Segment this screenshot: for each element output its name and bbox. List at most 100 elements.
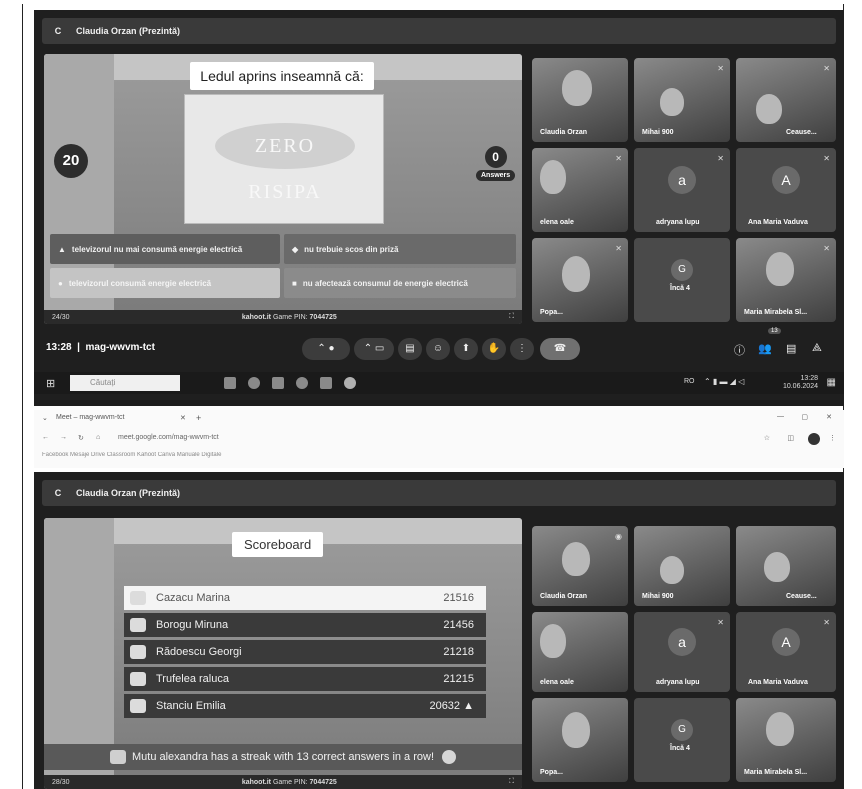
participant-video (764, 552, 790, 582)
menu-icon[interactable]: ⋮ (829, 434, 836, 442)
meeting-time: 13:28 (46, 342, 72, 353)
taskbar-search-input[interactable]: Căutați (70, 375, 180, 391)
url-text: meet.google.com/mag-wwvm-tct (118, 434, 219, 441)
participant-video (660, 88, 684, 116)
language-indicator[interactable]: RO (684, 378, 695, 385)
bookmarks-bar: Facebook Mesaje Drive Classroom Kahoot C… (34, 452, 844, 466)
answer-option-2[interactable]: ◆ nu trebuie scos din priză (284, 234, 516, 264)
presenter-initial: C (54, 26, 62, 36)
address-row: ← → ↻ ⌂ meet.google.com/mag-wwvm-tct ☆ ◫… (34, 432, 844, 448)
files-icon[interactable] (320, 377, 332, 389)
participant-name: Mihai 900 (642, 593, 674, 600)
scoreboard-row: Stanciu Emilia 20632 ▲ (124, 694, 486, 718)
meet-screen-question: C Claudia Orzan (Prezintă) Ledul aprins … (34, 10, 844, 406)
participant-tile[interactable]: ✕ Maria Mirabela Sl... (736, 238, 836, 322)
participant-tile[interactable]: ✕ Ceause... (736, 58, 836, 142)
square-icon: ■ (292, 278, 297, 288)
participant-name: Ana Maria Vaduva (748, 219, 808, 226)
mic-button[interactable]: ⌃ ● (302, 338, 350, 360)
answer-option-1[interactable]: ▲ televizorul nu mai consumă energie ele… (50, 234, 280, 264)
participant-tile[interactable]: G Încă 4 (634, 238, 730, 322)
player-name: Rădoescu Georgi (156, 646, 242, 658)
participant-tile[interactable]: Ceause... (736, 526, 836, 606)
answer-option-4[interactable]: ■ nu afectează consumul de energie elect… (284, 268, 516, 298)
home-icon[interactable]: ⌂ (96, 434, 100, 441)
game-pin: 7044725 (309, 778, 337, 786)
profile-icon[interactable] (808, 433, 820, 445)
answer-text: nu trebuie scos din priză (304, 244, 399, 254)
participant-name: Popa... (540, 309, 563, 316)
raise-hand-button[interactable]: ✋ (482, 338, 506, 360)
participant-tile[interactable]: Claudia Orzan (532, 58, 628, 142)
scoreboard-row: Trufelea raluca 21215 (124, 667, 486, 691)
taskbar-clock[interactable]: 13:28 10.06.2024 (783, 375, 818, 391)
present-button[interactable]: ⬆ (454, 338, 478, 360)
participant-tile[interactable]: A ✕ Ana Maria Vaduva (736, 612, 836, 692)
participant-tile[interactable]: a ✕ adryana lupu (634, 612, 730, 692)
reload-icon[interactable]: ↻ (78, 434, 84, 442)
whatsapp-icon[interactable] (296, 377, 308, 389)
address-bar[interactable]: meet.google.com/mag-wwvm-tct (118, 434, 678, 441)
new-tab-icon[interactable]: + (196, 413, 201, 423)
windows-start-icon[interactable]: ⊞ (46, 377, 55, 390)
tab-chevron-icon[interactable]: ⌄ (42, 414, 48, 422)
participant-tile[interactable]: ✕ elena oale (532, 148, 628, 232)
chat-icon[interactable]: ▤ (786, 342, 796, 355)
browser-icon[interactable] (248, 377, 260, 389)
notifications-icon[interactable]: ▦ (827, 377, 836, 388)
more-options-button[interactable]: ⋮ (510, 338, 534, 360)
game-pin: 7044725 (309, 313, 337, 321)
player-avatar-icon (130, 645, 146, 659)
chrome-icon[interactable] (344, 377, 356, 389)
forward-icon[interactable]: → (60, 434, 67, 441)
participant-tile[interactable]: ✕ Mihai 900 (634, 58, 730, 142)
kahoot-scoreboard-stage: Scoreboard Cazacu Marina 21516 Borogu Mi… (44, 518, 522, 789)
answer-option-3[interactable]: ● televizorul consumă energie electrică (50, 268, 280, 298)
scoreboard-row: Rădoescu Georgi 21218 (124, 640, 486, 664)
kahoot-question-stage: Ledul aprins inseamnă că: ZERO RISIPA 20… (44, 54, 522, 324)
back-icon[interactable]: ← (42, 434, 49, 441)
participant-name: Maria Mirabela Sl... (744, 769, 808, 776)
participant-tile[interactable]: A ✕ Ana Maria Vaduva (736, 148, 836, 232)
participant-tile[interactable]: a ✕ adryana lupu (634, 148, 730, 232)
participant-tile[interactable]: Maria Mirabela Sl... (736, 698, 836, 782)
participant-tile[interactable]: ✕ Popa... (532, 238, 628, 322)
kahoot-brand: kahoot.it (241, 313, 271, 321)
minimize-icon[interactable]: — (777, 413, 784, 420)
task-view-icon[interactable] (224, 377, 236, 389)
captions-button[interactable]: ▤ (398, 338, 422, 360)
browser-chrome: ⌄ Meet – mag-wwvm-tct ✕ + — ▢ ✕ ← → ↻ ⌂ … (34, 410, 844, 468)
answers-counter: 0 Answers (476, 146, 516, 181)
player-avatar-icon (130, 591, 146, 605)
people-icon[interactable]: 👥 (758, 342, 772, 355)
extensions-icon[interactable]: ◫ (787, 434, 794, 442)
fullscreen-icon[interactable]: ⛶ (509, 313, 514, 321)
circle-icon: ● (58, 278, 63, 288)
mail-icon[interactable] (272, 377, 284, 389)
windows-taskbar: ⊞ Căutați RO ⌃ ▮ ▬ ◢ ◁ 13:28 10.06.2024 … (34, 372, 844, 394)
participant-tile[interactable]: ◉ Claudia Orzan (532, 526, 628, 606)
participant-video (766, 252, 794, 286)
emoji-button[interactable]: ☺ (426, 338, 450, 360)
fullscreen-icon[interactable]: ⛶ (509, 778, 514, 786)
activities-icon[interactable]: ⟁ (812, 342, 822, 355)
leave-call-button[interactable]: ☎ (540, 338, 580, 360)
browser-tab[interactable]: Meet – mag-wwvm-tct (56, 414, 176, 421)
player-avatar-icon (130, 672, 146, 686)
participant-tile[interactable]: elena oale (532, 612, 628, 692)
streak-badge-icon (442, 750, 457, 764)
bookmarks-list[interactable]: Facebook Mesaje Drive Classroom Kahoot C… (42, 452, 221, 458)
bookmark-star-icon[interactable]: ☆ (764, 434, 770, 442)
question-progress: 28/30 (52, 778, 70, 786)
participant-video (562, 712, 590, 748)
participant-tile[interactable]: Mihai 900 (634, 526, 730, 606)
close-window-icon[interactable]: ✕ (826, 413, 832, 421)
tray-icons[interactable]: ⌃ ▮ ▬ ◢ ◁ (704, 377, 744, 386)
participant-tile[interactable]: Popa... (532, 698, 628, 782)
close-tab-icon[interactable]: ✕ (180, 414, 186, 422)
participant-tile[interactable]: G Încă 4 (634, 698, 730, 782)
camera-button[interactable]: ⌃ ▭ (354, 338, 394, 360)
info-icon[interactable]: ⓘ (734, 342, 745, 358)
maximize-icon[interactable]: ▢ (801, 413, 808, 421)
participant-name: Ana Maria Vaduva (748, 679, 808, 686)
